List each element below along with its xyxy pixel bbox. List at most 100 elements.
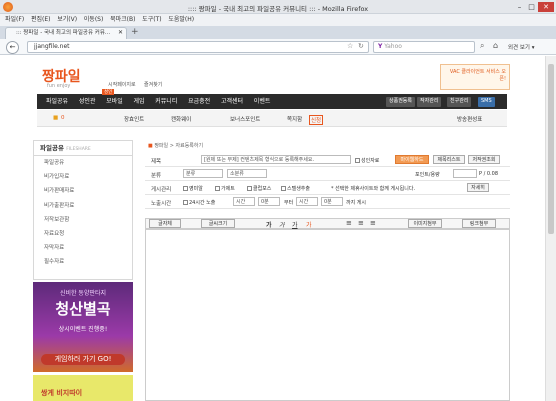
sidebar-item-essential[interactable]: 필수자료 bbox=[34, 255, 132, 269]
sidebar-item-request[interactable]: 자료요청 bbox=[34, 227, 132, 241]
sidebar-title: 파일공유 bbox=[40, 144, 64, 152]
manage-button[interactable]: 작자관리 bbox=[417, 97, 442, 107]
image-attach-button[interactable]: 이미지첨부 bbox=[408, 219, 442, 228]
top-link-fav[interactable]: 즐겨찾기 bbox=[144, 81, 162, 88]
menu-view[interactable]: 보기(V) bbox=[57, 14, 77, 26]
user-bar: ■ 0 장효인트 캔화웨이 보너스포인트 쪽지함 신청 방송편성표 bbox=[37, 110, 507, 127]
giftcard-button[interactable]: 상품권등록 bbox=[386, 97, 416, 107]
menu-tools[interactable]: 도구(T) bbox=[142, 14, 161, 26]
time-select-4[interactable]: 0분 bbox=[321, 197, 343, 206]
time-select-2[interactable]: 0분 bbox=[258, 197, 280, 206]
bold-icon[interactable]: 가 bbox=[266, 220, 272, 229]
align-right-icon[interactable]: ≡ bbox=[370, 219, 376, 227]
time-label: 노출시간 bbox=[151, 201, 172, 207]
schedule-link[interactable]: 방송편성표 bbox=[457, 115, 482, 123]
mail-link[interactable]: 쪽지함 bbox=[287, 115, 302, 123]
home-icon[interactable]: ⌂ bbox=[493, 41, 498, 50]
link-attach-button[interactable]: 링크첨부 bbox=[462, 219, 496, 228]
opt3-checkbox[interactable]: 클럽포스 bbox=[247, 185, 271, 192]
category-select-2[interactable]: 소분류 bbox=[227, 169, 267, 178]
category-row: 분류 분류 소분류 포인트/용량 P / 0.08 bbox=[145, 167, 510, 181]
nav-fileshare[interactable]: 파일공유 bbox=[46, 94, 68, 109]
back-button[interactable]: ← bbox=[6, 41, 19, 54]
tab-active[interactable]: ::: 짱파일 - 국내 최고의 파일공유 커뮤... bbox=[5, 27, 127, 39]
sms-button[interactable]: SMS bbox=[478, 97, 495, 107]
nav-mobile[interactable]: 모바일 bbox=[106, 94, 123, 109]
align-center-icon[interactable]: ≡ bbox=[358, 219, 364, 227]
underline-icon[interactable]: 가 bbox=[292, 220, 298, 229]
coupon-link[interactable]: 장효인트 bbox=[124, 115, 144, 123]
close-button[interactable]: ✕ bbox=[538, 2, 554, 12]
game-banner[interactable]: 신비한 동양판타지 청산별곡 상시이벤트 진행중! 게임하러 가기 GO! bbox=[33, 282, 133, 372]
copyright-button[interactable]: 저작권조회 bbox=[468, 155, 500, 164]
menu-help[interactable]: 도움말(H) bbox=[168, 14, 194, 26]
breadcrumb-text: 짱파일 > 자료등록하기 bbox=[154, 143, 204, 149]
italic-icon[interactable]: 가 bbox=[279, 220, 285, 229]
menu-file[interactable]: 파일(F) bbox=[5, 14, 24, 26]
nav-support[interactable]: 고객센터 bbox=[221, 94, 243, 109]
nav-game[interactable]: 게임 bbox=[133, 94, 144, 109]
sidebar-item-publish[interactable]: 비가출판자료 bbox=[34, 199, 132, 213]
opt4-checkbox[interactable]: 스텔생추출 bbox=[281, 185, 310, 192]
category-select-1[interactable]: 분류 bbox=[183, 169, 223, 178]
title-label: 제목 bbox=[151, 159, 162, 165]
time-checkbox[interactable]: 24시간 노출 bbox=[183, 199, 215, 206]
posting-label: 게시관리 bbox=[151, 187, 172, 193]
bookmark-star-icon[interactable]: ☆ bbox=[347, 42, 353, 50]
mail-badge: 신청 bbox=[309, 115, 324, 125]
nav-charge[interactable]: 요금충전 bbox=[188, 94, 210, 109]
opt2-checkbox[interactable]: 가제트 bbox=[215, 185, 235, 192]
menu-bookmarks[interactable]: 북마크(B) bbox=[110, 14, 135, 26]
list-button[interactable]: 제목리스트 bbox=[433, 155, 465, 164]
search-bar[interactable]: Y Yahoo bbox=[373, 41, 475, 53]
friends-button[interactable]: 친구관리 bbox=[447, 97, 472, 107]
search-icon[interactable]: ⌕ bbox=[480, 41, 484, 51]
sidebar-item-fileshare[interactable]: 파일공유 bbox=[34, 156, 132, 170]
opt1-label: 영미알 bbox=[189, 186, 203, 192]
detail-button[interactable]: 자세히 bbox=[467, 183, 489, 192]
reload-icon[interactable]: ↻ bbox=[358, 42, 364, 50]
content-editor[interactable] bbox=[145, 229, 510, 401]
tab-close-icon[interactable]: ✕ bbox=[118, 29, 123, 36]
menu-edit[interactable]: 편집(E) bbox=[31, 14, 51, 26]
minimize-button[interactable]: – bbox=[514, 2, 525, 12]
sidebar-item-archive[interactable]: 저작보관함 bbox=[34, 213, 132, 227]
nav-community[interactable]: 커뮤니티 bbox=[155, 94, 177, 109]
sidebar-item-sale[interactable]: 비가판매자료 bbox=[34, 184, 132, 198]
banner-line4: 게임하러 가기 GO! bbox=[41, 354, 125, 365]
sidebar-item-nonmember[interactable]: 비가입자료 bbox=[34, 170, 132, 184]
sidebar-item-subtitle[interactable]: 자막자료 bbox=[34, 241, 132, 255]
time-select-3[interactable]: 시간 bbox=[296, 197, 318, 206]
myweb-button[interactable]: 마이웹하드 bbox=[395, 155, 429, 164]
url-bar[interactable]: jjangfile.net bbox=[27, 41, 369, 53]
point-input[interactable] bbox=[453, 169, 477, 178]
sidebar-subtitle: FILESHARE bbox=[66, 147, 91, 152]
menu-go[interactable]: 이동(S) bbox=[84, 14, 104, 26]
point-icon: ■ bbox=[53, 115, 59, 121]
breadcrumb: ■ 짱파일 > 자료등록하기 bbox=[148, 142, 203, 149]
sidebar-header: 파일공유 FILESHARE bbox=[34, 141, 132, 156]
opt2-label: 가제트 bbox=[221, 186, 235, 192]
align-left-icon[interactable]: ≡ bbox=[346, 219, 352, 227]
menu-extra[interactable]: 외견 보기 ▾ bbox=[508, 43, 535, 51]
nav-adult[interactable]: 성인관 bbox=[79, 94, 96, 109]
time-select-1[interactable]: 시간 bbox=[233, 197, 255, 206]
new-tab-button[interactable]: + bbox=[131, 27, 139, 37]
maximize-button[interactable]: □ bbox=[526, 2, 537, 12]
scroll-thumb[interactable] bbox=[548, 64, 554, 234]
title-input[interactable]: [원제 또는 부제] 컨텐츠제목 형식으로 등록해주세요. bbox=[201, 155, 351, 164]
color-icon[interactable]: 가 bbox=[306, 220, 312, 229]
bonus-link[interactable]: 보너스포인트 bbox=[230, 115, 260, 123]
search-placeholder: Yahoo bbox=[384, 43, 402, 50]
font-select[interactable]: 글자체 bbox=[149, 219, 181, 228]
opt1-checkbox[interactable]: 영미알 bbox=[183, 185, 203, 192]
nav-event[interactable]: 이벤트 bbox=[254, 94, 271, 109]
bottom-banner[interactable]: 쌍게 비지따이 bbox=[33, 375, 133, 401]
size-select[interactable]: 글씨크기 bbox=[201, 219, 235, 228]
cash-link[interactable]: 캔화웨이 bbox=[171, 115, 191, 123]
adult-checkbox[interactable]: 성인자료 bbox=[355, 157, 379, 164]
adult-badge: 성인 bbox=[102, 89, 115, 95]
ad-banner[interactable]: VAC 클라이언트 서비스 오픈! bbox=[440, 64, 510, 90]
vertical-scrollbar[interactable] bbox=[545, 56, 556, 401]
top-link-home[interactable]: 시작페이지로 bbox=[108, 81, 136, 88]
